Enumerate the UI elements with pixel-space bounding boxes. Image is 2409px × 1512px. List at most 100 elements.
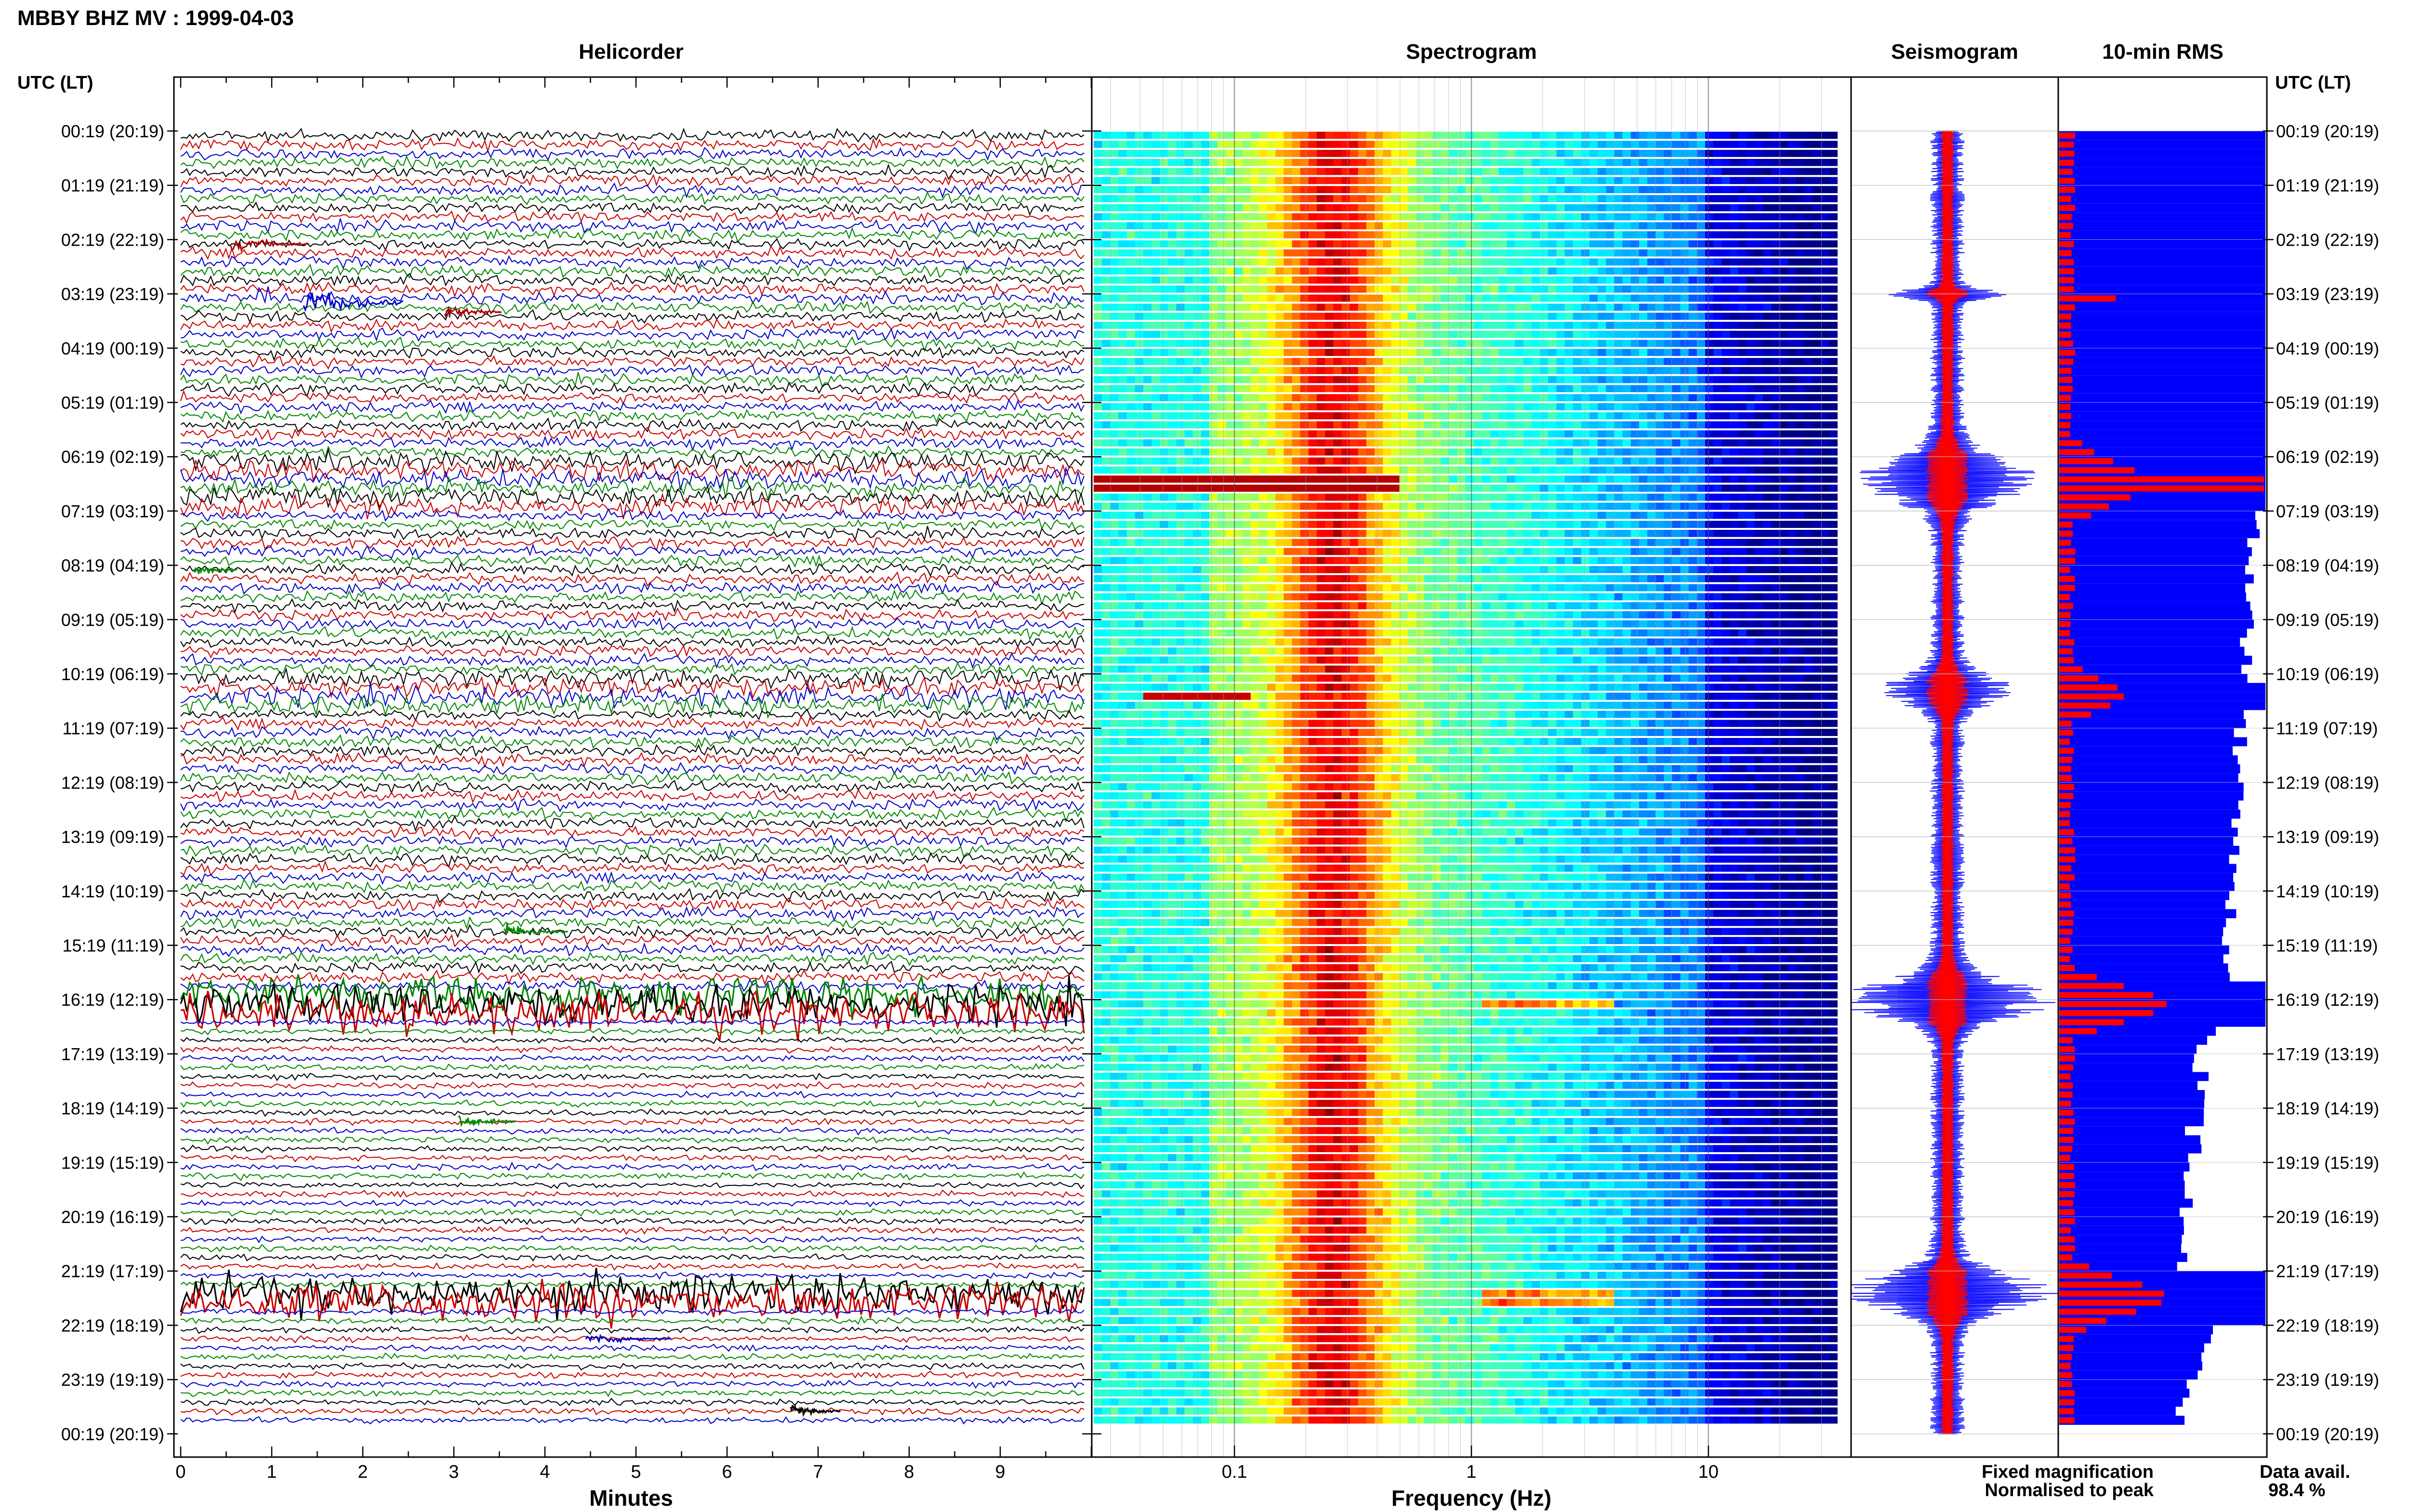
spectrogram-cell xyxy=(1622,258,1631,266)
spectrogram-cell xyxy=(1152,158,1160,166)
spectrogram-cell xyxy=(1168,258,1177,266)
spectrogram-cell xyxy=(1242,376,1251,383)
spectrogram-cell xyxy=(1110,439,1119,447)
spectrogram-cell xyxy=(1738,276,1747,284)
spectrogram-cell xyxy=(1721,394,1731,401)
spectrogram-cell xyxy=(1300,249,1309,257)
spectrogram-cell xyxy=(1473,512,1482,519)
spectrogram-cell xyxy=(1746,267,1755,275)
spectrogram-cell xyxy=(1168,186,1177,193)
spectrogram-cell xyxy=(1218,566,1226,573)
spectrogram-cell xyxy=(1804,512,1813,519)
spectrogram-cell xyxy=(1333,240,1342,248)
spectrogram-cell xyxy=(1473,593,1482,601)
spectrogram-cell xyxy=(1540,294,1549,302)
spectrogram-cell xyxy=(1465,439,1474,447)
spectrogram-cell xyxy=(1589,240,1598,248)
spectrogram-cell xyxy=(1540,521,1549,528)
helicorder-trace xyxy=(180,238,1085,252)
spectrogram-cell xyxy=(1333,168,1342,175)
spectrogram-cell xyxy=(1630,285,1640,293)
spectrogram-cell xyxy=(1680,186,1689,193)
spectrogram-cell xyxy=(1160,539,1168,546)
spectrogram-cell xyxy=(1424,566,1433,573)
spectrogram-cell xyxy=(1416,285,1425,293)
spectrogram-cell xyxy=(1647,548,1656,555)
spectrogram-cell xyxy=(1465,403,1474,410)
spectrogram-cell xyxy=(1135,349,1144,356)
spectrogram-cell xyxy=(1201,475,1210,483)
spectrogram-cell xyxy=(1573,376,1582,383)
spectrogram-cell xyxy=(1135,322,1144,329)
spectrogram-cell xyxy=(1267,593,1276,601)
spectrogram-cell xyxy=(1573,195,1582,202)
spectrogram-cell xyxy=(1391,294,1400,302)
spectrogram-cell xyxy=(1358,611,1367,618)
spectrogram-cell xyxy=(1341,303,1350,311)
spectrogram-cell xyxy=(1267,575,1276,582)
spectrogram-cell xyxy=(1284,394,1293,401)
spectrogram-cell xyxy=(1168,521,1177,528)
spectrogram-cell xyxy=(1407,240,1416,248)
spectrogram-cell xyxy=(1531,530,1540,537)
spectrogram-cell xyxy=(1490,439,1499,447)
spectrogram-cell xyxy=(1416,195,1425,202)
spectrogram-cell xyxy=(1457,240,1466,248)
spectrogram-cell xyxy=(1696,584,1706,592)
spectrogram-cell xyxy=(1250,376,1259,383)
spectrogram-cell xyxy=(1755,141,1763,148)
spectrogram-cell xyxy=(1391,313,1400,320)
spectrogram-cell xyxy=(1647,493,1656,501)
spectrogram-cell xyxy=(1218,258,1226,266)
spectrogram-cell xyxy=(1622,349,1631,356)
spectrogram-cell xyxy=(1399,521,1408,528)
spectrogram-cell xyxy=(1126,475,1136,483)
spectrogram-cell xyxy=(1250,186,1259,193)
spectrogram-cell xyxy=(1416,485,1425,492)
spectrogram-cell xyxy=(1184,141,1193,148)
spectrogram-cell xyxy=(1473,240,1482,248)
spectrogram-cell xyxy=(1639,158,1648,166)
spectrogram-cell xyxy=(1507,195,1516,202)
spectrogram-cell xyxy=(1308,385,1317,393)
spectrogram-cell xyxy=(1366,276,1375,284)
spectrogram-cell xyxy=(1730,330,1739,338)
spectrogram-cell xyxy=(1366,376,1375,383)
spectrogram-cell xyxy=(1259,358,1268,365)
spectrogram-cell xyxy=(1275,457,1284,465)
spectrogram-cell xyxy=(1449,249,1458,257)
spectrogram-cell xyxy=(1507,267,1516,275)
spectrogram-cell xyxy=(1135,131,1144,139)
spectrogram-cell xyxy=(1564,448,1574,456)
spectrogram-cell xyxy=(1416,521,1425,528)
spectrogram-cell xyxy=(1540,367,1549,374)
spectrogram-cell xyxy=(1647,502,1656,510)
spectrogram-cell xyxy=(1515,285,1524,293)
spectrogram-cell xyxy=(1664,349,1672,356)
spectrogram-cell xyxy=(1292,421,1301,429)
spectrogram-cell xyxy=(1094,475,1102,483)
spectrogram-cell xyxy=(1614,557,1623,565)
spectrogram-cell xyxy=(1821,566,1829,573)
spectrogram-cell xyxy=(1375,168,1383,175)
spectrogram-cell xyxy=(1275,566,1284,573)
spectrogram-cell xyxy=(1441,231,1449,238)
spectrogram-cell xyxy=(1126,322,1136,329)
spectrogram-cell xyxy=(1416,602,1425,609)
spectrogram-cell xyxy=(1548,376,1557,383)
spectrogram-cell xyxy=(1209,593,1218,601)
spectrogram-cell xyxy=(1755,276,1763,284)
spectrogram-cell xyxy=(1441,385,1449,393)
spectrogram-cell xyxy=(1094,421,1102,429)
spectrogram-cell xyxy=(1473,222,1482,230)
spectrogram-cell xyxy=(1391,575,1400,582)
spectrogram-cell xyxy=(1201,439,1210,447)
spectrogram-cell xyxy=(1730,158,1739,166)
spectrogram-cell xyxy=(1135,421,1144,429)
spectrogram-cell xyxy=(1804,557,1813,565)
spectrogram-cell xyxy=(1589,602,1598,609)
spectrogram-cell xyxy=(1746,285,1755,293)
spectrogram-cell xyxy=(1250,322,1259,329)
spectrogram-cell xyxy=(1424,439,1433,447)
spectrogram-cell xyxy=(1094,394,1102,401)
